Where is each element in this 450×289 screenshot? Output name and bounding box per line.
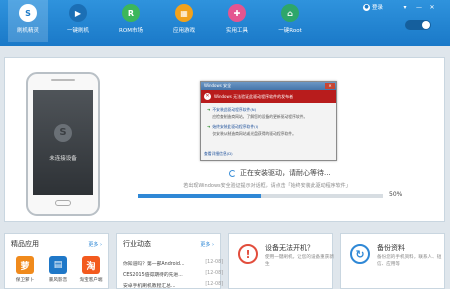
card-title: 行业动态 — [123, 240, 151, 248]
phone-speaker — [51, 79, 75, 81]
window-controls: — ✕ — [414, 4, 437, 12]
shield-icon: S — [54, 124, 72, 142]
news-date: [12-08] — [205, 271, 223, 276]
dropdown-menu-button[interactable]: ▾ — [400, 4, 410, 12]
news-item[interactable]: 你知道吗？第一部Android... [12-08] — [123, 260, 223, 267]
details-link[interactable]: 查看详细信息(D) — [204, 151, 233, 157]
video-player-icon: ▤ — [49, 256, 67, 274]
device-status: 未连接设备 — [49, 156, 77, 162]
nav-label: 应用游戏 — [172, 28, 195, 34]
progress-percent: 50% — [389, 191, 403, 198]
play-icon: ▶ — [69, 4, 87, 22]
news-date: [12-08] — [205, 282, 223, 287]
card-title: 备份资料 — [377, 244, 405, 252]
card-desc: 使用一键刷机，让您的设备重获新生 — [265, 255, 334, 267]
toggle-knob — [422, 21, 430, 29]
dialog-title: Windows 安全 — [204, 83, 232, 88]
apps-icon: ▦ — [175, 4, 193, 22]
minimize-button[interactable]: — — [414, 4, 424, 12]
mode-toggle[interactable] — [405, 20, 431, 30]
arrow-right-icon: ➜ — [207, 124, 211, 129]
login-link[interactable]: ● 登录 — [363, 3, 383, 11]
dialog-close-button[interactable]: ✕ — [325, 83, 335, 89]
backup-card[interactable]: ↻ 备份资料 备份您的手机资料，联系人、短信、应用等 — [340, 233, 445, 289]
app-name: 暴风影音 — [48, 278, 68, 283]
nav-label: 刷机精灵 — [16, 28, 39, 34]
nav-apps-games[interactable]: ▦ 应用游戏 — [164, 4, 204, 34]
dialog-banner-text: Windows 无法验证此驱动程序软件的发布者 — [214, 93, 294, 99]
user-icon: ● — [363, 3, 370, 11]
option-title: 不安装此驱动程序软件(N) — [212, 107, 257, 112]
app-name: 淘宝客户端 — [79, 278, 103, 283]
phone-screen: S 未连接设备 — [33, 90, 93, 195]
main-panel: S 未连接设备 Windows 安全 ✕ ✕ Windows 无法验证此驱动程序… — [4, 57, 445, 222]
card-desc: 备份您的手机资料，联系人、短信、应用等 — [377, 255, 442, 267]
nav-label: 实用工具 — [225, 28, 248, 34]
nav-tools[interactable]: ✚ 实用工具 — [217, 4, 257, 34]
more-link[interactable]: 更多 › — [200, 241, 214, 248]
nav-one-click-root[interactable]: ⌂ 一键Root — [270, 4, 310, 34]
news-text: CES2015值得期待的先进... — [123, 273, 183, 278]
phone-home-button — [55, 200, 71, 206]
dialog-title-bar: Windows 安全 ✕ — [201, 82, 336, 90]
news-item[interactable]: CES2015值得期待的先进... [12-08] — [123, 271, 223, 278]
install-hint: 若出现Windows安全验证提示对话框，请点击「始终安装此驱动程序软件」 — [183, 183, 351, 189]
alert-icon: ! — [238, 244, 258, 264]
backup-refresh-icon: ↻ — [350, 244, 370, 264]
rom-icon: R — [122, 4, 140, 22]
install-progress-bar — [138, 194, 383, 198]
install-status: 正在安装驱动，请耐心等待... — [229, 168, 331, 178]
dont-install-option[interactable]: ➜ 不安装此驱动程序软件(N) 应检查制造商网站，了解您的设备的更新驱动程序软件… — [207, 107, 330, 120]
warning-shield-icon: ✕ — [204, 93, 211, 100]
option-desc: 仅安装从制造商网站或光盘获得的驱动程序软件。 — [212, 131, 296, 136]
app-item[interactable]: 萝 保卫萝卜 — [11, 256, 39, 283]
phone-illustration: S 未连接设备 — [26, 72, 100, 216]
card-title: 设备无法开机？ — [265, 244, 314, 252]
top-toolbar: S 刷机精灵 ▶ 一键刷机 R ROM市场 ▦ 应用游戏 ✚ 实用工具 ⌂ 一键… — [0, 0, 450, 46]
app-item[interactable]: ▤ 暴风影音 — [44, 256, 72, 283]
carrot-game-icon: 萝 — [16, 256, 34, 274]
featured-apps-card: 精品应用 更多 › 萝 保卫萝卜 ▤ 暴风影音 淘 淘宝客户端 — [4, 233, 109, 289]
root-icon: ⌂ — [281, 4, 299, 22]
dialog-warning-banner: ✕ Windows 无法验证此驱动程序软件的发布者 — [201, 90, 336, 103]
option-desc: 应检查制造商网站，了解您的设备的更新驱动程序软件。 — [212, 114, 308, 119]
news-text: 安卓手机刷机教程汇总... — [123, 284, 176, 289]
toolbox-icon: ✚ — [228, 4, 246, 22]
industry-news-card: 行业动态 更多 › 你知道吗？第一部Android... [12-08] CES… — [116, 233, 223, 289]
arrow-right-icon: ➜ — [207, 107, 211, 112]
taobao-icon: 淘 — [82, 256, 100, 274]
install-status-text: 正在安装驱动，请耐心等待... — [240, 169, 331, 177]
nav-label: 一键Root — [278, 28, 302, 34]
nav-shuaji-jingling[interactable]: S 刷机精灵 — [8, 0, 48, 42]
more-link[interactable]: 更多 › — [88, 241, 102, 248]
driver-security-dialog: Windows 安全 ✕ ✕ Windows 无法验证此驱动程序软件的发布者 ➜… — [200, 81, 337, 161]
nav-label: 一键刷机 — [66, 28, 89, 34]
device-wont-boot-card[interactable]: ! 设备无法开机？ 使用一键刷机，让您的设备重获新生 — [228, 233, 334, 289]
nav-label: ROM市场 — [119, 28, 143, 34]
close-button[interactable]: ✕ — [427, 4, 437, 12]
news-text: 你知道吗？第一部Android... — [123, 262, 185, 267]
news-date: [12-08] — [205, 260, 223, 265]
progress-fill — [138, 194, 261, 198]
app-name: 保卫萝卜 — [15, 278, 35, 283]
nav-rom-market[interactable]: R ROM市场 — [111, 4, 151, 34]
login-label: 登录 — [372, 5, 384, 11]
nav-one-click-flash[interactable]: ▶ 一键刷机 — [58, 4, 98, 34]
card-title: 精品应用 — [11, 240, 39, 248]
option-title: 始终安装此驱动程序软件(I) — [212, 124, 259, 129]
loading-spinner-icon — [229, 169, 236, 177]
news-item[interactable]: 安卓手机刷机教程汇总... [12-08] — [123, 282, 223, 289]
app-item[interactable]: 淘 淘宝客户端 — [77, 256, 105, 283]
shield-logo-icon: S — [19, 4, 37, 22]
menu-controls: ▾ — [400, 4, 410, 12]
always-install-option[interactable]: ➜ 始终安装此驱动程序软件(I) 仅安装从制造商网站或光盘获得的驱动程序软件。 — [207, 124, 330, 137]
